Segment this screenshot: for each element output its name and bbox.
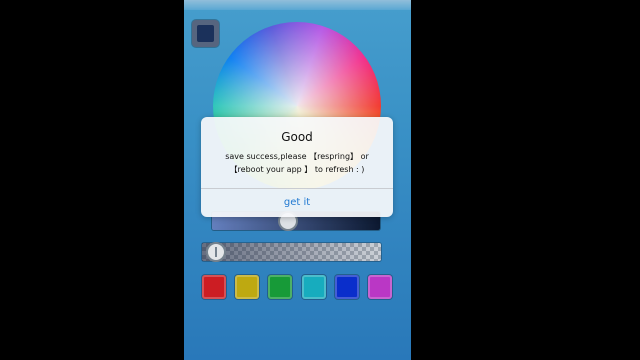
get-it-button[interactable]: get it: [201, 189, 393, 217]
alert-message: save success,please 【respring】 or 【reboo…: [209, 150, 385, 176]
alert-message-line: 【reboot your app 】 to refresh : ): [229, 165, 365, 174]
phone-screen: Good save success,please 【respring】 or 【…: [184, 0, 411, 360]
alert-title: Good: [281, 130, 313, 144]
alert-message-line: save success,please 【respring】 or: [225, 152, 369, 161]
alert-dialog: Good save success,please 【respring】 or 【…: [201, 117, 393, 217]
